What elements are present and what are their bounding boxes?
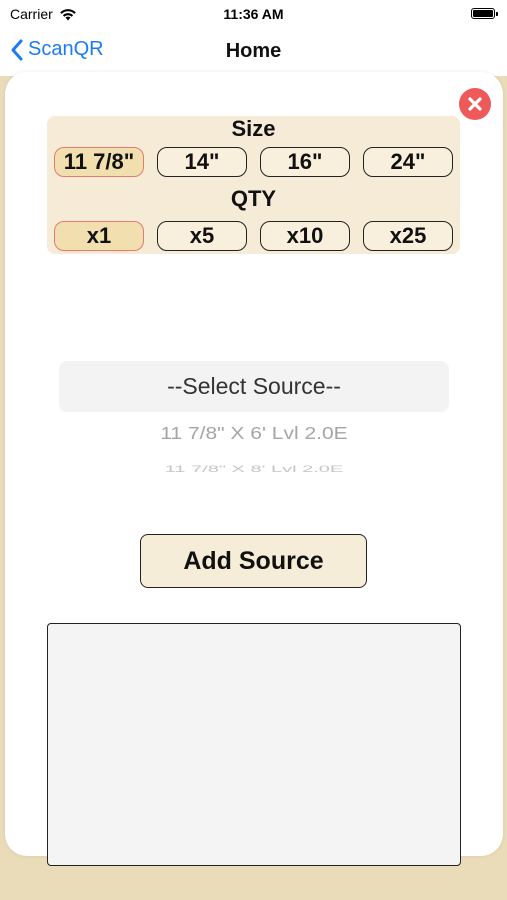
size-label: Size [231, 116, 276, 141]
battery-icon [471, 8, 498, 19]
qty-option-x10[interactable]: x10 [260, 221, 350, 251]
notes-text-area[interactable] [47, 623, 461, 866]
source-picker-item[interactable]: 11 7/8" X 6' Lvl 2.0E [59, 424, 449, 444]
navigation-bar: ScanQR Home [0, 30, 507, 74]
options-panel: Size 11 7/8" 14" 16" 24" QTY x1 x5 x10 x… [47, 116, 460, 254]
qty-label: QTY [230, 186, 277, 211]
status-bar: Carrier 11:36 AM [0, 0, 507, 28]
source-picker-item[interactable]: 11 7/8" X 8' Lvl 2.0E [59, 464, 449, 474]
qty-option-x5[interactable]: x5 [157, 221, 247, 251]
qty-option-x1[interactable]: x1 [54, 221, 144, 251]
add-source-button[interactable]: Add Source [140, 534, 367, 588]
qty-option-x25[interactable]: x25 [363, 221, 453, 251]
size-option-11-7-8[interactable]: 11 7/8" [54, 147, 144, 177]
page-title: Home [225, 40, 282, 62]
source-picker-selected[interactable]: --Select Source-- [59, 361, 449, 412]
size-option-16[interactable]: 16" [260, 147, 350, 177]
close-button[interactable] [459, 88, 491, 120]
status-time: 11:36 AM [223, 6, 284, 22]
size-option-14[interactable]: 14" [157, 147, 247, 177]
top-bar: Carrier 11:36 AM ScanQR Home [0, 0, 507, 76]
close-circle-icon [468, 97, 482, 111]
size-option-24[interactable]: 24" [363, 147, 453, 177]
